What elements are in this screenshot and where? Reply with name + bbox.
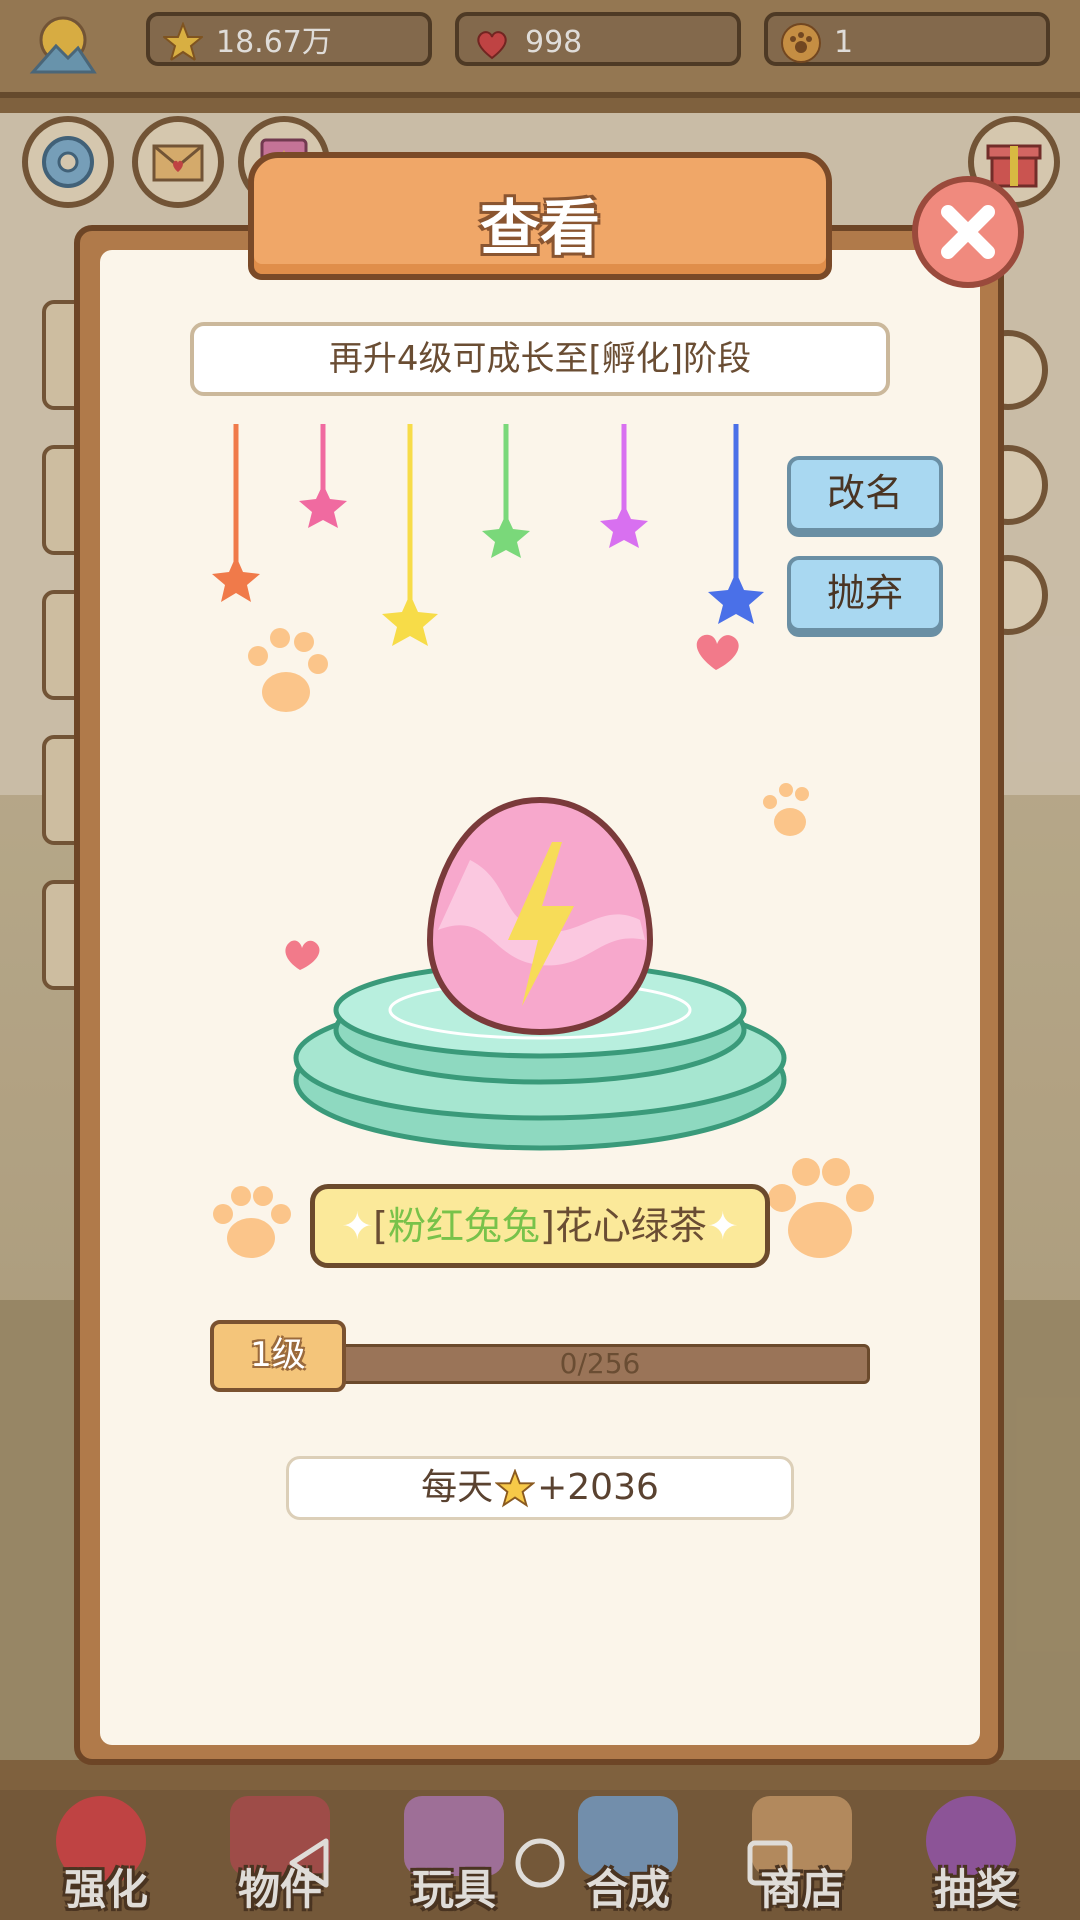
daily-reward-value: +2036 (537, 1467, 659, 1508)
dialog-title: 查看 (480, 194, 600, 264)
pet-egg-illustration (285, 783, 809, 1151)
daily-reward: 每天 +2036 (286, 1456, 794, 1520)
dialog-title-plate: 查看 (248, 152, 832, 280)
daily-reward-prefix: 每天 (421, 1467, 494, 1508)
star-icon: ✦ (706, 1204, 739, 1248)
pet-name-plate: ✦[粉红兔兔]花心绿茶✦ (310, 1184, 770, 1268)
growth-hint: 再升4级可成长至[孵化]阶段 (190, 322, 890, 396)
abandon-button[interactable]: 抛弃 (787, 556, 943, 632)
hanging-stars-decoration (212, 424, 764, 712)
pet-name: 花心绿茶 (554, 1204, 707, 1248)
experience-bar: 0/256 (330, 1344, 870, 1384)
paw-decoration-icon (213, 1186, 291, 1258)
star-icon (495, 1469, 536, 1508)
pet-tag: 粉红兔兔 (387, 1204, 540, 1248)
close-button[interactable] (912, 176, 1024, 288)
experience-text: 0/256 (559, 1347, 641, 1380)
close-icon (941, 205, 995, 259)
rename-button[interactable]: 改名 (787, 456, 943, 532)
star-icon: ✦ (341, 1204, 374, 1248)
paw-decoration-icon (768, 1158, 874, 1258)
level-badge: 1级 (210, 1320, 346, 1392)
